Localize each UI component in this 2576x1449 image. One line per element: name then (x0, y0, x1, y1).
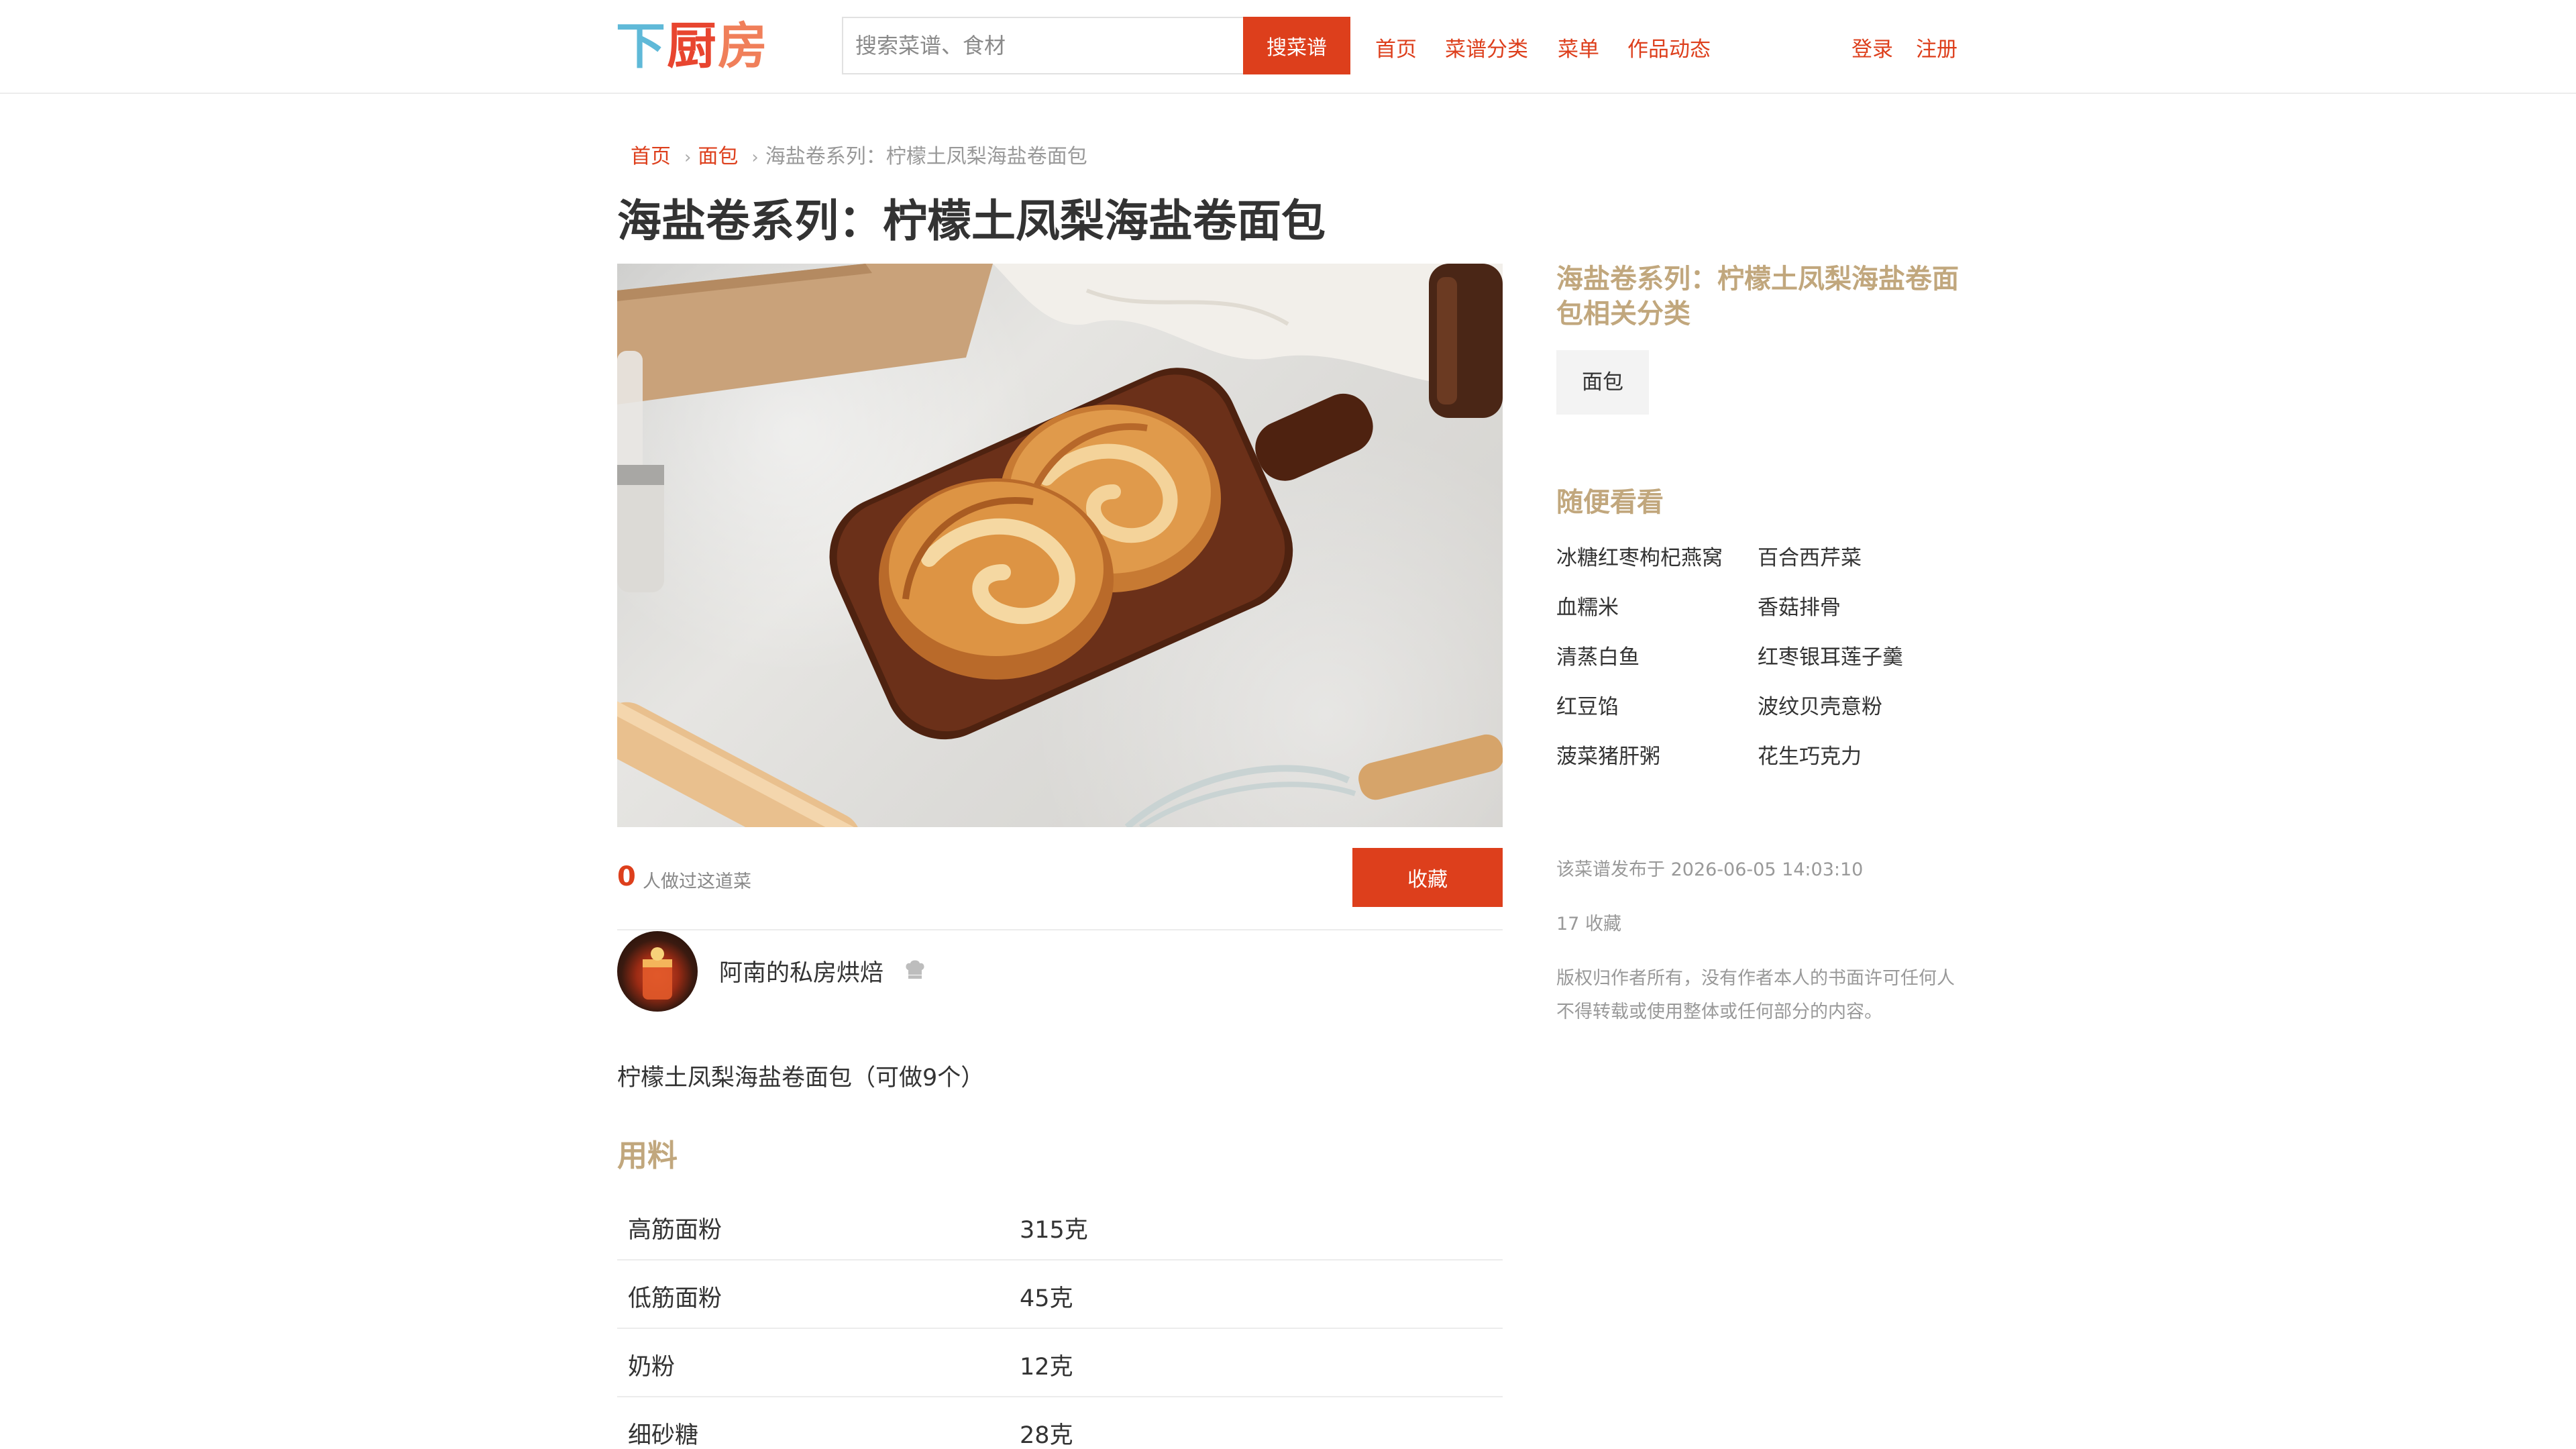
ingredient-amount: 45克 (1020, 1285, 1073, 1312)
logo-char-3: 房 (718, 17, 769, 75)
ingredient-name[interactable]: 高筋面粉 (628, 1211, 722, 1245)
random-recipe-link[interactable]: 冰糖红枣枸杞燕窝 (1556, 541, 1723, 571)
random-recipe-link[interactable]: 红豆馅 (1556, 690, 1619, 720)
made-count: 0 (617, 861, 636, 892)
ingredient-name[interactable]: 细砂糖 (628, 1416, 698, 1449)
random-recipe-link[interactable]: 波纹贝壳意粉 (1758, 690, 1882, 720)
random-recipe-link[interactable]: 花生巧克力 (1758, 739, 1862, 769)
recipe-page: 下厨房 搜菜谱 首页 菜谱分类 菜单 作品动态 登录 注册 首页 › 面包 › 海盐卷系… (0, 0, 2576, 1449)
random-recipe-link[interactable]: 红枣银耳莲子羹 (1758, 640, 1903, 670)
page-title: 海盐卷系列：柠檬土凤梨海盐卷面包 (617, 195, 1326, 247)
nav-menu[interactable]: 菜单 (1558, 32, 1599, 62)
ingredients-title: 用料 (617, 1138, 678, 1173)
publish-info: 该菜谱发布于 2026-06-05 14:03:10 (1556, 859, 1864, 880)
ingredient-amount: 315克 (1020, 1217, 1088, 1244)
chef-hat-icon (906, 960, 924, 979)
breadcrumb-current: 海盐卷系列：柠檬土凤梨海盐卷面包 (765, 145, 1087, 168)
random-recipe-link[interactable]: 香菇排骨 (1758, 590, 1841, 621)
ingredient-amount: 28克 (1020, 1422, 1073, 1449)
collect-count-info: 17 收藏 (1556, 914, 1621, 934)
logo-char-1: 下 (616, 17, 667, 75)
logo-char-2: 厨 (667, 17, 718, 75)
breadcrumb: 首页 › 面包 › 海盐卷系列：柠檬土凤梨海盐卷面包 (631, 140, 1087, 169)
random-recipe-link[interactable]: 清蒸白鱼 (1556, 640, 1640, 670)
site-logo[interactable]: 下厨房 (616, 19, 769, 74)
ingredients-table: 高筋面粉 315克 低筋面粉 45克 奶粉 12克 细砂糖 28克 (617, 1192, 1503, 1449)
ingredient-amount: 12克 (1020, 1354, 1073, 1381)
search-input[interactable] (842, 17, 1244, 74)
ingredient-row: 奶粉 12克 (617, 1329, 1503, 1397)
recipe-cover-image (617, 264, 1503, 827)
category-tag-bread[interactable]: 面包 (1556, 350, 1649, 415)
random-recipe-link[interactable]: 血糯米 (1556, 590, 1619, 621)
chevron-right-icon: › (751, 148, 759, 168)
nav-categories[interactable]: 菜谱分类 (1445, 32, 1528, 62)
ingredient-name[interactable]: 奶粉 (628, 1348, 675, 1382)
chevron-right-icon: › (684, 148, 692, 168)
recipe-description: 柠檬土凤梨海盐卷面包（可做9个） (617, 1065, 985, 1091)
ingredient-name[interactable]: 低筋面粉 (628, 1279, 722, 1313)
author-name[interactable]: 阿南的私房烘焙 (719, 954, 883, 988)
ingredient-row: 细砂糖 28克 (617, 1397, 1503, 1449)
related-categories-title: 海盐卷系列：柠檬土凤梨海盐卷面包相关分类 (1556, 264, 1959, 329)
ingredient-row: 低筋面粉 45克 (617, 1260, 1503, 1329)
drink-icon (643, 947, 672, 1000)
breadcrumb-category[interactable]: 面包 (698, 145, 738, 168)
ingredient-row: 高筋面粉 315克 (617, 1192, 1503, 1260)
register-link[interactable]: 注册 (1916, 32, 1957, 62)
divider (617, 929, 1503, 930)
login-link[interactable]: 登录 (1851, 32, 1893, 62)
random-recipe-link[interactable]: 菠菜猪肝粥 (1556, 739, 1660, 769)
collect-button[interactable]: 收藏 (1352, 848, 1503, 907)
random-recipe-link[interactable]: 百合西芹菜 (1758, 541, 1862, 571)
breadcrumb-home[interactable]: 首页 (631, 145, 671, 168)
nav-activity[interactable]: 作品动态 (1627, 32, 1711, 62)
made-count-label: 人做过这道菜 (643, 871, 751, 892)
author-avatar[interactable] (617, 931, 698, 1012)
nav-home[interactable]: 首页 (1375, 32, 1417, 62)
copyright-notice: 版权归作者所有，没有作者本人的书面许可任何人不得转载或使用整体或任何部分的内容。 (1556, 968, 1955, 1022)
random-recipes-title: 随便看看 (1556, 487, 1664, 518)
top-header: 下厨房 搜菜谱 首页 菜谱分类 菜单 作品动态 登录 注册 (0, 0, 2576, 94)
search-button[interactable]: 搜菜谱 (1243, 17, 1350, 74)
